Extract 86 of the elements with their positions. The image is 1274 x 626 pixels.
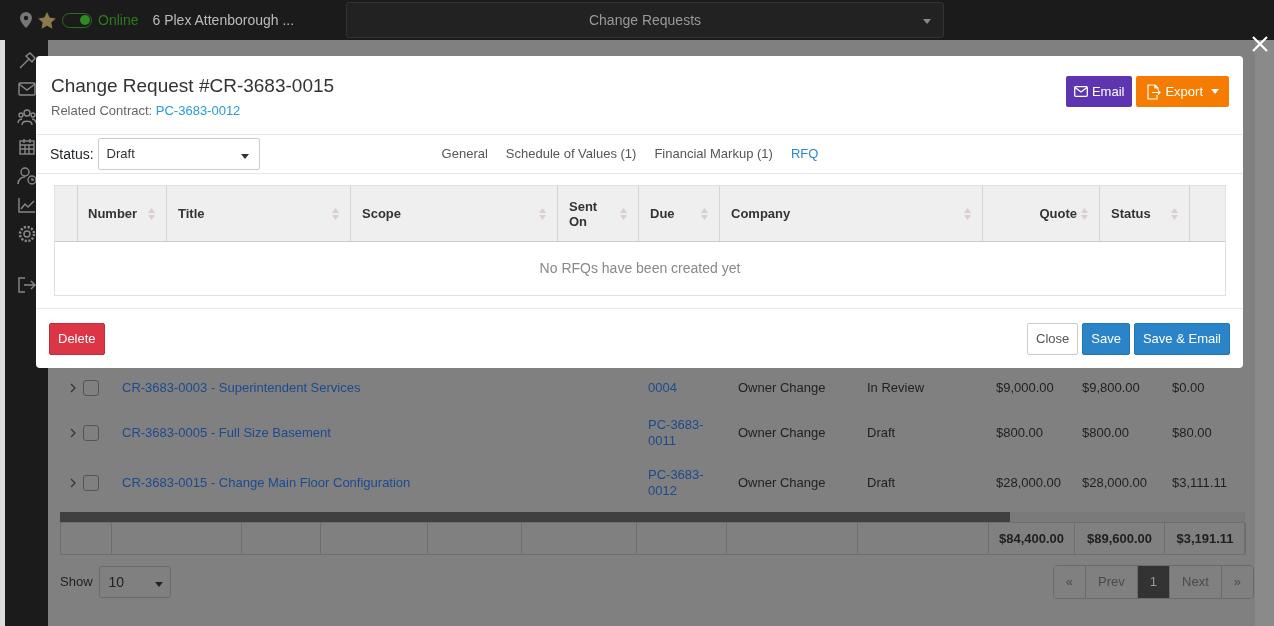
- table-cell-text: $3,111.11: [1172, 474, 1227, 493]
- sign-out-icon[interactable]: [17, 277, 36, 293]
- module-select[interactable]: Change Requests: [346, 2, 944, 38]
- column-header[interactable]: Sent On: [558, 186, 639, 241]
- page-size-select[interactable]: 10: [98, 566, 171, 598]
- table-cell-text: $0.00: [1172, 379, 1205, 398]
- calendar-icon[interactable]: [18, 138, 35, 155]
- online-status: Online: [98, 10, 139, 30]
- file-export-icon: [1146, 83, 1162, 100]
- record-link[interactable]: CR-3683-0015 - Change Main Floor Configuration: [122, 473, 411, 493]
- column-header[interactable]: Quote: [983, 186, 1100, 241]
- status-label: Status:: [50, 144, 94, 164]
- chevron-icon[interactable]: [70, 478, 76, 488]
- table-cell-text: $28,000.00: [996, 474, 1062, 493]
- total-cell: $3,191.11: [1165, 523, 1246, 554]
- sort-icon: [332, 207, 339, 220]
- sort-icon: [964, 207, 971, 220]
- table-cell-text: $28,000.00: [1082, 474, 1148, 493]
- user-clock-icon[interactable]: [16, 167, 37, 185]
- column-header[interactable]: Company: [720, 186, 983, 241]
- record-link[interactable]: CR-3683-0003 - Superintendent Services: [122, 378, 361, 398]
- delete-button[interactable]: Delete: [49, 323, 105, 355]
- table-cell-text: $9,000.00: [996, 379, 1054, 398]
- email-button[interactable]: Email: [1065, 76, 1133, 107]
- chevron-icon[interactable]: [70, 383, 76, 393]
- column-header[interactable]: Due: [639, 186, 720, 241]
- project-name: 6 Plex Attenborough ...: [152, 10, 295, 30]
- mail-icon: [1073, 86, 1088, 97]
- caret-icon: [1211, 89, 1219, 94]
- line-chart-icon[interactable]: [17, 197, 36, 213]
- table-cell-text: Owner Change: [738, 379, 826, 398]
- contract-link[interactable]: PC-3683-0012: [648, 467, 710, 499]
- table-cell-text: Draft: [867, 424, 896, 443]
- close-button[interactable]: [1251, 33, 1269, 51]
- sort-icon: [148, 207, 155, 220]
- sort-icon: [620, 207, 627, 220]
- hammer-icon[interactable]: [17, 52, 36, 70]
- sort-icon: [1171, 207, 1178, 220]
- mail-icon[interactable]: [17, 82, 36, 96]
- close-icon: [1251, 34, 1269, 53]
- scrollbar[interactable]: [60, 512, 1245, 522]
- table-cell-text: $800.00: [1082, 424, 1129, 443]
- contract-link[interactable]: PC-3683-0012: [155, 102, 241, 118]
- table-cell-text: $80.00: [1172, 424, 1212, 443]
- save-button[interactable]: Save & Email: [1133, 323, 1230, 355]
- chevron-icon[interactable]: [70, 428, 76, 438]
- caret-icon: [240, 154, 249, 159]
- table-cell-text: Owner Change: [738, 424, 826, 443]
- related-label: Related Contract:: [51, 102, 153, 118]
- modal-title: Change Request #CR-3683-0015: [51, 74, 335, 98]
- caret-icon: [154, 582, 163, 587]
- tab[interactable]: RFQ: [790, 144, 819, 164]
- column-header[interactable]: Status: [1100, 186, 1190, 241]
- column-header[interactable]: Number: [77, 186, 167, 241]
- empty-message: No RFQs have been created yet: [538, 259, 742, 278]
- column-header[interactable]: Scope: [351, 186, 558, 241]
- tab[interactable]: Schedule of Values (1): [505, 144, 637, 164]
- table-cell-text: In Review: [867, 379, 925, 398]
- row-checkbox[interactable]: [83, 475, 99, 491]
- page-button[interactable]: 1: [1137, 566, 1171, 598]
- caret-icon: [923, 19, 931, 24]
- contract-link[interactable]: PC-3683-0011: [648, 417, 710, 449]
- sort-icon: [701, 207, 708, 220]
- table-cell-text: $9,800.00: [1082, 379, 1140, 398]
- row-checkbox[interactable]: [83, 380, 99, 396]
- tab[interactable]: General: [441, 144, 488, 164]
- users-icon[interactable]: [16, 108, 37, 126]
- save-button[interactable]: Save: [1082, 323, 1130, 355]
- table-cell-text: Owner Change: [738, 474, 826, 493]
- sort-icon: [539, 207, 546, 220]
- status-select[interactable]: Draft: [97, 138, 260, 170]
- table-cell-text: $800.00: [996, 424, 1043, 443]
- show-label: Show: [60, 573, 93, 592]
- contract-link[interactable]: 0004: [648, 380, 710, 396]
- sort-icon: [1081, 207, 1088, 220]
- column-header[interactable]: Title: [167, 186, 351, 241]
- table-cell-text: Draft: [867, 474, 896, 493]
- star-icon[interactable]: [38, 11, 56, 29]
- total-cell: $84,400.00: [989, 523, 1075, 554]
- close-button[interactable]: Close: [1027, 323, 1079, 355]
- location-pin-icon[interactable]: [20, 12, 32, 28]
- row-checkbox[interactable]: [83, 425, 99, 441]
- settings-icon[interactable]: [17, 225, 36, 243]
- total-cell: $89,600.00: [1075, 523, 1165, 554]
- export-button[interactable]: Export: [1136, 76, 1229, 107]
- tab[interactable]: Financial Markup (1): [654, 144, 773, 164]
